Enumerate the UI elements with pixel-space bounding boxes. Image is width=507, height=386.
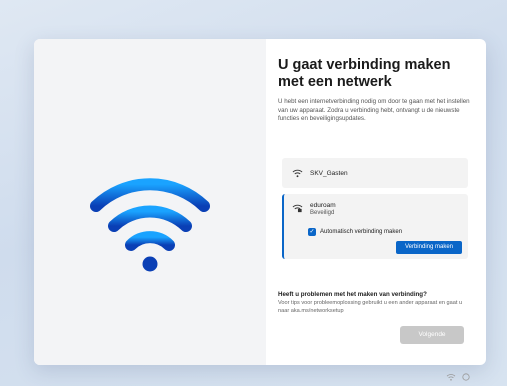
tray-wifi-icon[interactable]: [446, 373, 456, 381]
auto-connect-checkbox[interactable]: ✓: [308, 228, 316, 236]
network-name: eduroam: [310, 202, 336, 209]
next-button[interactable]: Volgende: [400, 326, 464, 344]
system-tray: [446, 371, 490, 383]
illustration-pane: [34, 39, 266, 365]
auto-connect-label: Automatisch verbinding maken: [320, 229, 403, 235]
network-status: Beveiligd: [310, 210, 335, 216]
help-section: Heeft u problemen met het maken van verb…: [278, 291, 474, 315]
content-pane: U gaat verbinding maken met een netwerk …: [278, 57, 473, 124]
page-description: U hebt een internetverbinding nodig om d…: [278, 98, 470, 123]
network-item-eduroam[interactable]: eduroam Beveiligd ✓ Automatisch verbindi…: [282, 194, 468, 259]
tray-accessibility-icon[interactable]: [462, 373, 470, 381]
wifi-secured-icon: [292, 204, 303, 213]
help-text: Voor tips voor probleemoplossing gebruik…: [278, 300, 463, 314]
network-item-skv-gasten[interactable]: SKV_Gasten: [282, 158, 468, 188]
network-list: SKV_Gasten eduroam Beveiligd ✓ Automatis…: [282, 158, 468, 259]
page-title: U gaat verbinding maken met een netwerk: [278, 57, 451, 90]
network-name: SKV_Gasten: [310, 170, 348, 177]
connect-button[interactable]: Verbinding maken: [396, 241, 462, 254]
wifi-hero-icon: [90, 178, 210, 272]
help-title: Heeft u problemen met het maken van verb…: [278, 291, 427, 298]
wifi-icon: [292, 169, 303, 178]
auto-connect-row[interactable]: ✓ Automatisch verbinding maken: [308, 227, 402, 237]
